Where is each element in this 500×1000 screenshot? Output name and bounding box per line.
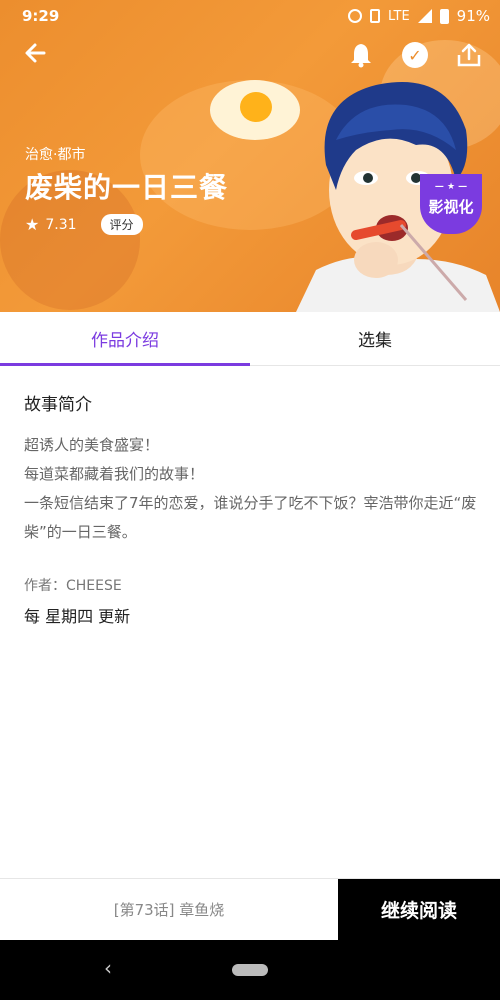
rating-row: ★ 7.31 评分 xyxy=(25,214,143,235)
nav-back-icon[interactable]: ‹ xyxy=(104,956,112,980)
synopsis-line: 一条短信结束了7年的恋爱，谁说分手了吃不下饭？宰浩带你走近“废柴”的一日三餐。 xyxy=(24,494,477,541)
intro-content: 故事简介 超诱人的美食盛宴！ 每道菜都藏着我们的故事！ 一条短信结束了7年的恋爱… xyxy=(24,390,480,627)
badge-stars: — ★ — xyxy=(434,182,468,192)
hero-banner: — ★ — 影视化 9:29 LTE 91% ✓ 治愈·都市 废柴的一日三餐 ★… xyxy=(0,0,500,312)
update-schedule: 每 星期四 更新 xyxy=(24,607,131,626)
tab-bar: 作品介绍 选集 xyxy=(0,312,500,366)
rate-button[interactable]: 评分 xyxy=(100,214,143,235)
tab-intro[interactable]: 作品介绍 xyxy=(0,312,250,366)
bottom-bar: [第73话] 章鱼烧 继续阅读 xyxy=(0,878,500,940)
share-icon[interactable] xyxy=(452,38,486,72)
synopsis: 超诱人的美食盛宴！ 每道菜都藏着我们的故事！ 一条短信结束了7年的恋爱，谁说分手… xyxy=(24,431,480,547)
synopsis-line: 超诱人的美食盛宴！ xyxy=(24,436,160,454)
alarm-icon xyxy=(348,9,363,23)
nav-home-pill[interactable] xyxy=(232,964,268,976)
top-actions: ✓ xyxy=(344,38,486,72)
badge-label: 影视化 xyxy=(428,198,474,216)
system-nav-bar: ‹ xyxy=(0,940,500,1000)
battery-icon xyxy=(439,8,449,24)
back-arrow-icon[interactable] xyxy=(22,38,56,72)
author-label: 作者：CHEESE xyxy=(24,578,122,594)
status-bar: 9:29 LTE 91% xyxy=(0,0,500,32)
last-read-episode[interactable]: [第73话] 章鱼烧 xyxy=(0,879,338,940)
rating-value: 7.31 xyxy=(45,216,77,233)
star-icon: ★ xyxy=(25,215,40,234)
vibrate-icon xyxy=(370,9,381,23)
status-right: LTE 91% xyxy=(348,7,490,25)
synopsis-line: 每道菜都藏着我们的故事！ xyxy=(24,465,205,483)
section-title: 故事简介 xyxy=(24,395,92,415)
continue-reading-button[interactable]: 继续阅读 xyxy=(338,879,500,940)
comic-title: 废柴的一日三餐 xyxy=(25,171,229,204)
signal-icon xyxy=(417,9,432,23)
status-time: 9:29 xyxy=(22,7,60,25)
screen: — ★ — 影视化 9:29 LTE 91% ✓ 治愈·都市 废柴的一日三餐 ★… xyxy=(0,0,500,1000)
adaptation-badge: — ★ — 影视化 xyxy=(420,174,482,234)
egg-yolk-decor xyxy=(240,92,272,122)
subscribe-check-button[interactable]: ✓ xyxy=(398,38,432,72)
genre-label: 治愈·都市 xyxy=(25,147,86,163)
tab-episodes[interactable]: 选集 xyxy=(250,312,500,365)
check-icon: ✓ xyxy=(402,42,428,68)
battery-percent: 91% xyxy=(456,7,490,25)
network-label: LTE xyxy=(388,8,410,24)
bell-icon[interactable] xyxy=(344,38,378,72)
